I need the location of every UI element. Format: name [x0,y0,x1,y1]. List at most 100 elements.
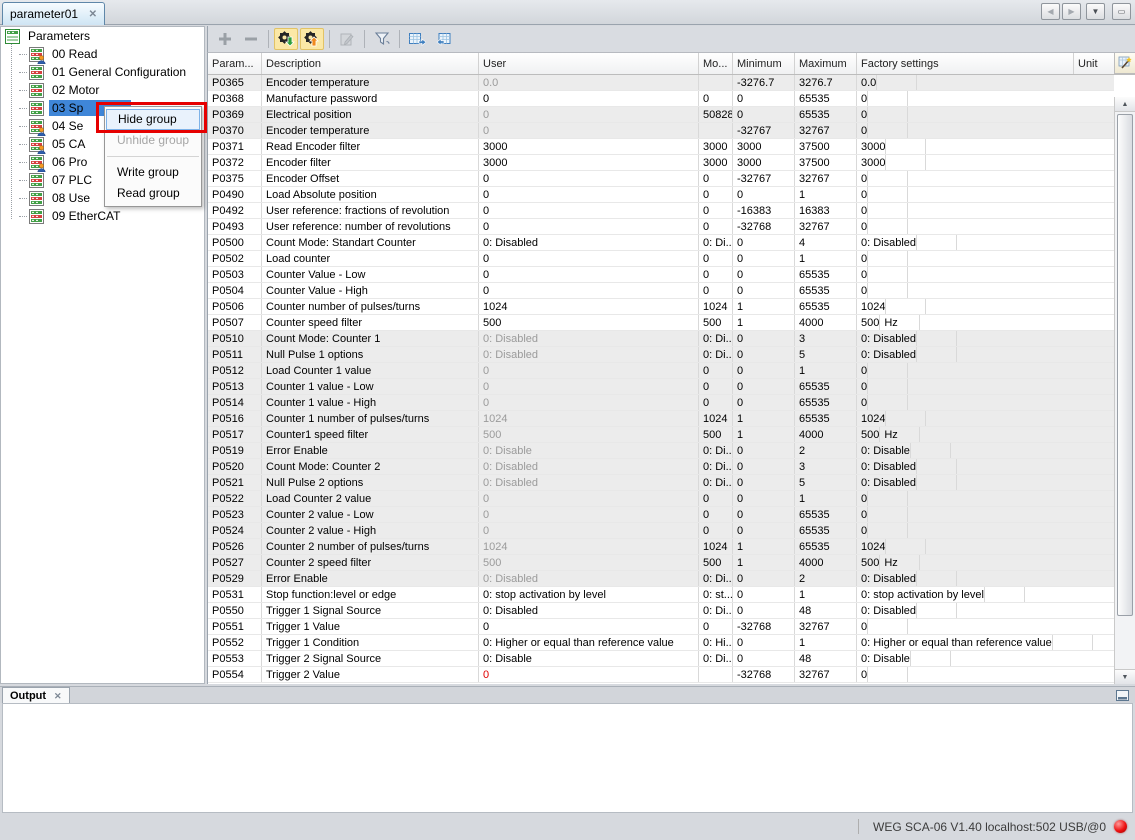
cell-mo[interactable]: 0: Di... [699,651,733,666]
output-content[interactable] [2,703,1133,813]
cell-min[interactable]: -16383 [733,203,795,218]
cell-min[interactable]: 0 [733,635,795,650]
cell-max[interactable]: 37500 [795,139,857,154]
cell-param[interactable]: P0527 [208,555,262,570]
cell-mo[interactable] [699,75,733,90]
cell-unit[interactable] [868,395,908,410]
scroll-up-icon[interactable]: ▲ [1115,97,1135,112]
cell-mo[interactable]: 500 [699,555,733,570]
cell-min[interactable]: 1 [733,539,795,554]
cell-desc[interactable]: Counter 2 speed filter [262,555,479,570]
cell-factory[interactable]: 0 [857,523,868,538]
cell-mo[interactable]: 0: Di... [699,571,733,586]
cell-desc[interactable]: User reference: number of revolutions [262,219,479,234]
cell-param[interactable]: P0507 [208,315,262,330]
cell-max[interactable]: 65535 [795,299,857,314]
cell-min[interactable]: 0 [733,107,795,122]
cell-mo[interactable]: 0: st... [699,587,733,602]
cell-max[interactable]: 48 [795,651,857,666]
cell-unit[interactable] [917,603,957,618]
cell-param[interactable]: P0513 [208,379,262,394]
customize-columns-icon[interactable] [1114,53,1135,74]
cell-unit[interactable] [917,347,957,362]
table-row-P0502[interactable]: P0502Load counter00010 [208,251,1114,267]
cell-unit[interactable] [868,187,908,202]
cell-user[interactable]: 500 [479,427,699,442]
cell-max[interactable]: 1 [795,187,857,202]
cell-param[interactable]: P0510 [208,331,262,346]
cell-mo[interactable]: 0: Di... [699,235,733,250]
cell-min[interactable]: 3000 [733,139,795,154]
cell-factory[interactable]: 0 [857,91,868,106]
cell-unit[interactable] [868,491,908,506]
cell-factory[interactable]: 0: Disable [857,443,911,458]
cell-mo[interactable]: 3000 [699,155,733,170]
cell-desc[interactable]: Counter 1 number of pulses/turns [262,411,479,426]
cell-unit[interactable] [985,587,1025,602]
table-row-P0554[interactable]: P0554Trigger 2 Value0-32768327670 [208,667,1114,683]
cell-unit[interactable] [886,299,926,314]
cell-unit[interactable] [868,91,908,106]
cell-max[interactable]: 2 [795,443,857,458]
column-header-param[interactable]: Param... [208,53,262,74]
cell-param[interactable]: P0504 [208,283,262,298]
cell-mo[interactable]: 0 [699,91,733,106]
cell-desc[interactable]: Load Counter 1 value [262,363,479,378]
cell-param[interactable]: P0521 [208,475,262,490]
cell-unit[interactable] [917,459,957,474]
cell-min[interactable]: 0 [733,283,795,298]
cell-min[interactable]: 1 [733,299,795,314]
column-header-user[interactable]: User [479,53,699,74]
cell-unit[interactable] [917,571,957,586]
cell-mo[interactable]: 0 [699,283,733,298]
cell-desc[interactable]: Encoder Offset [262,171,479,186]
cell-desc[interactable]: Counter 2 value - Low [262,507,479,522]
table-row-P0370[interactable]: P0370Encoder temperature0-32767327670 [208,123,1114,139]
cell-factory[interactable]: 0: Disabled [857,475,917,490]
cell-min[interactable]: 0 [733,587,795,602]
cell-desc[interactable]: Counter 2 number of pulses/turns [262,539,479,554]
table-row-P0493[interactable]: P0493User reference: number of revolutio… [208,219,1114,235]
cell-desc[interactable]: Trigger 1 Signal Source [262,603,479,618]
cell-desc[interactable]: Trigger 2 Signal Source [262,651,479,666]
cell-param[interactable]: P0519 [208,443,262,458]
cell-factory[interactable]: 0 [857,107,868,122]
table-row-P0523[interactable]: P0523Counter 2 value - Low000655350 [208,507,1114,523]
cell-mo[interactable]: 3000 [699,139,733,154]
cell-factory[interactable]: 1024 [857,411,886,426]
cell-user[interactable]: 0: Disabled [479,571,699,586]
cell-mo[interactable]: 0: Di... [699,475,733,490]
cell-user[interactable]: 0 [479,667,699,682]
cell-param[interactable]: P0500 [208,235,262,250]
cell-unit[interactable] [886,539,926,554]
cell-user[interactable]: 1024 [479,411,699,426]
cell-factory[interactable]: 1024 [857,299,886,314]
cell-user[interactable]: 0 [479,187,699,202]
cell-factory[interactable]: 0 [857,667,868,682]
cell-factory[interactable]: 0 [857,507,868,522]
cell-desc[interactable]: Manufacture password [262,91,479,106]
table-row-P0371[interactable]: P0371Read Encoder filter3000300030003750… [208,139,1114,155]
cell-max[interactable]: 3 [795,459,857,474]
cell-factory[interactable]: 0: stop activation by level [857,587,985,602]
cell-user[interactable]: 500 [479,315,699,330]
cell-factory[interactable]: 0 [857,491,868,506]
cell-mo[interactable]: 0: Hi... [699,635,733,650]
cell-mo[interactable]: 1024 [699,539,733,554]
cell-user[interactable]: 0 [479,267,699,282]
cell-desc[interactable]: Load Counter 2 value [262,491,479,506]
cell-param[interactable]: P0511 [208,347,262,362]
cell-factory[interactable]: 0: Higher or equal than reference value [857,635,1053,650]
cell-desc[interactable]: Encoder temperature [262,123,479,138]
cell-min[interactable]: -32767 [733,123,795,138]
cell-desc[interactable]: Load counter [262,251,479,266]
table-row-P0503[interactable]: P0503Counter Value - Low000655350 [208,267,1114,283]
cell-param[interactable]: P0531 [208,587,262,602]
cell-min[interactable]: -32767 [733,171,795,186]
table-row-P0550[interactable]: P0550Trigger 1 Signal Source0: Disabled0… [208,603,1114,619]
export-table-icon[interactable] [405,28,429,50]
cell-unit[interactable] [886,155,926,170]
cell-factory[interactable]: 0: Disabled [857,459,917,474]
cell-param[interactable]: P0516 [208,411,262,426]
table-row-P0531[interactable]: P0531Stop function:level or edge0: stop … [208,587,1114,603]
